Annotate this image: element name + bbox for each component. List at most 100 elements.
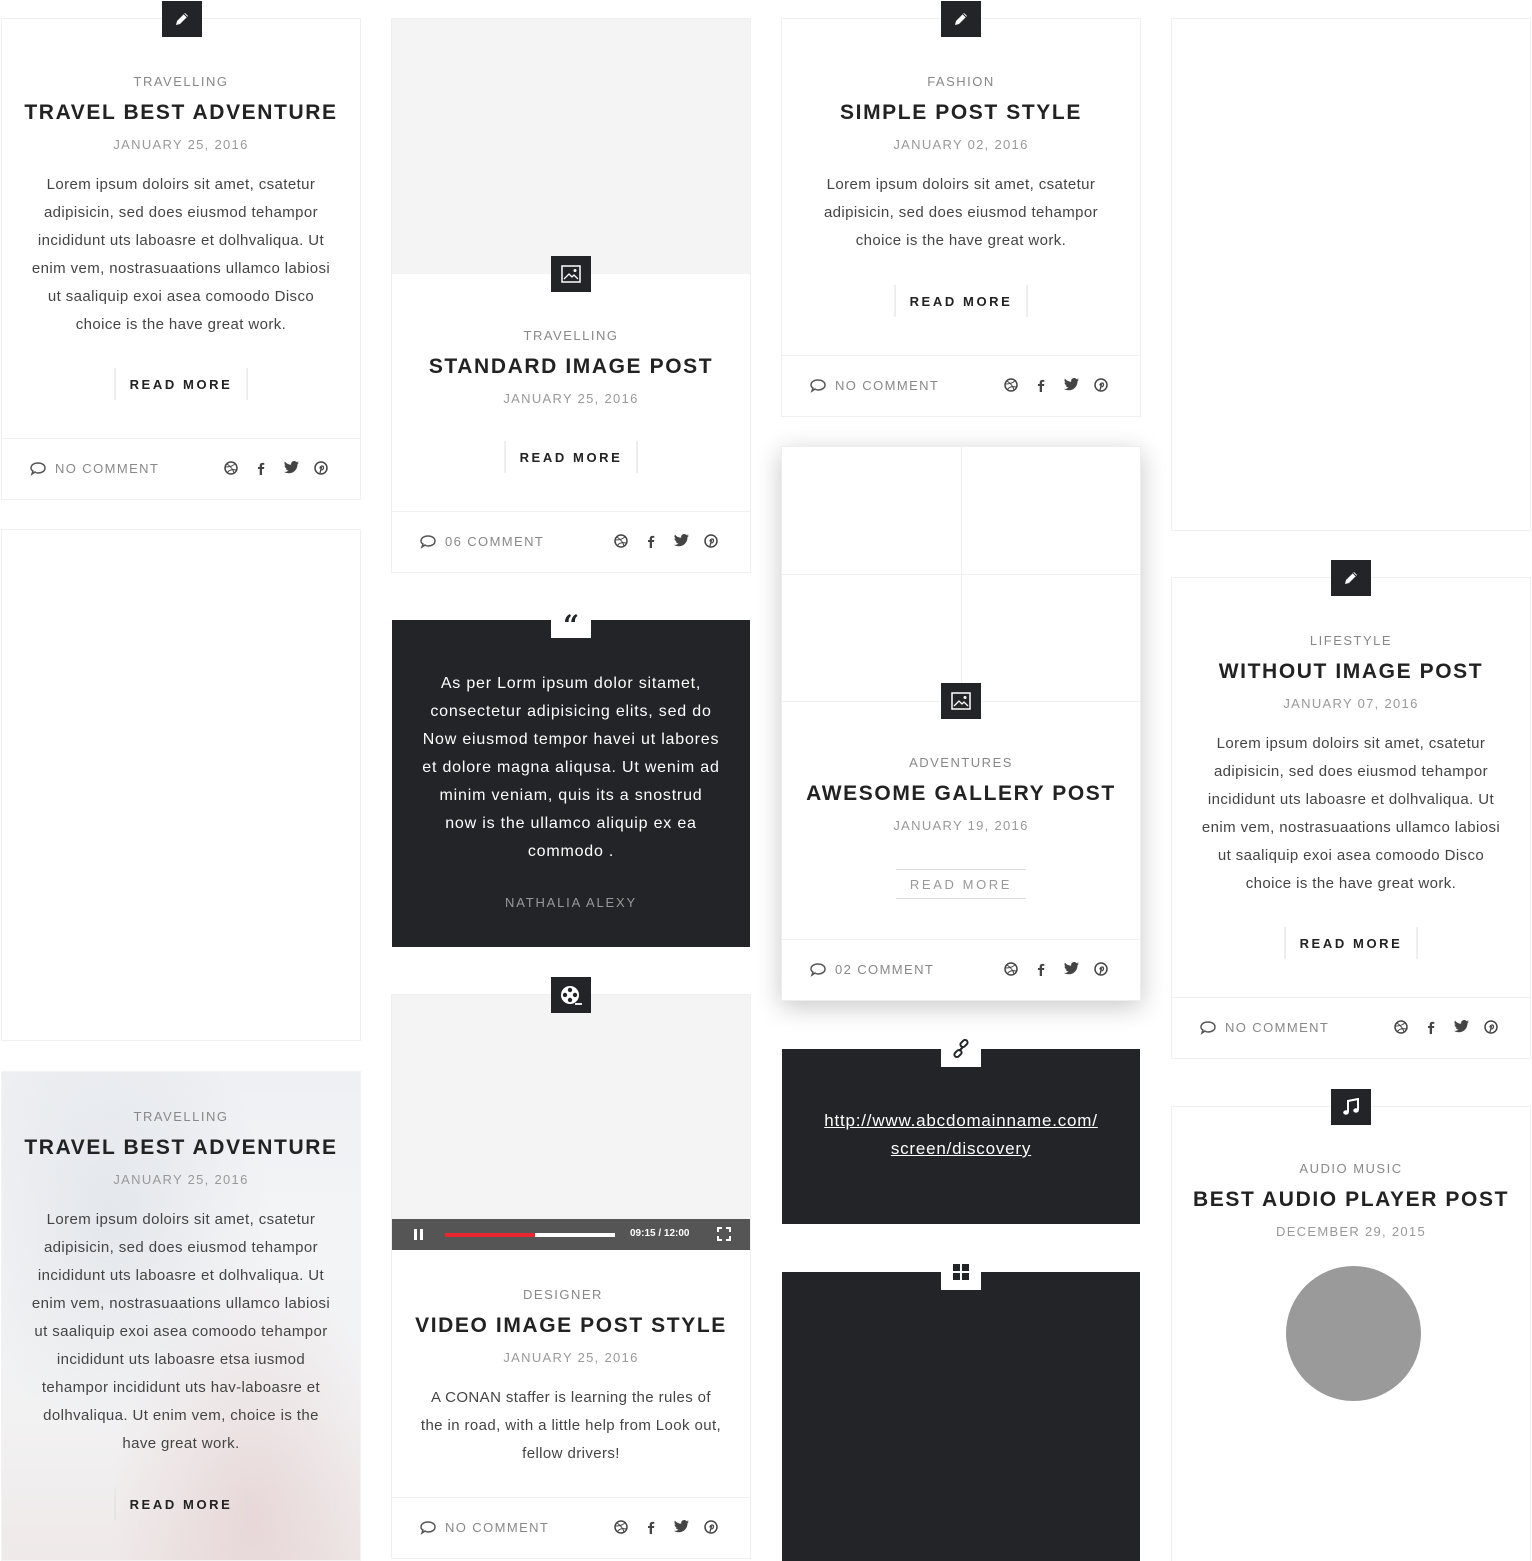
twitter-icon[interactable] <box>674 1520 690 1536</box>
link-url[interactable]: http://www.abcdomainname.com/ screen/dis… <box>810 1107 1112 1163</box>
image-icon <box>551 256 591 292</box>
gallery-grid[interactable] <box>782 447 1140 702</box>
post-category[interactable]: TRAVELLING <box>2 74 360 89</box>
post-category[interactable]: AUDIO MUSIC <box>1172 1161 1530 1176</box>
comment-count[interactable]: NO COMMENT <box>810 378 939 393</box>
twitter-icon[interactable] <box>674 534 690 550</box>
post-title[interactable]: WITHOUT IMAGE POST <box>1172 660 1530 684</box>
pencil-icon <box>1331 560 1371 596</box>
post-card-audio: AUDIO MUSIC BEST AUDIO PLAYER POST DECEM… <box>1171 1089 1531 1561</box>
comment-icon <box>30 461 46 476</box>
video-thumbnail[interactable] <box>392 995 750 1219</box>
comment-count[interactable]: 02 COMMENT <box>810 962 934 977</box>
read-more-button[interactable]: READ MORE <box>895 869 1027 899</box>
comment-icon <box>810 378 826 393</box>
read-more-button[interactable]: READ MORE <box>114 368 248 400</box>
post-image-placeholder[interactable] <box>392 19 750 274</box>
facebook-icon[interactable] <box>254 461 270 477</box>
post-card-blank <box>1 529 361 1041</box>
dribbble-icon[interactable] <box>614 534 630 550</box>
twitter-icon[interactable] <box>1064 962 1080 978</box>
twitter-icon[interactable] <box>1454 1020 1470 1036</box>
post-category[interactable]: ADVENTURES <box>782 755 1140 770</box>
post-title[interactable]: AWESOME GALLERY POST <box>782 782 1140 806</box>
post-date: JANUARY 25, 2016 <box>113 1172 249 1187</box>
post-date: JANUARY 25, 2016 <box>113 137 249 152</box>
post-date: JANUARY 25, 2016 <box>503 391 639 406</box>
video-progress-track[interactable] <box>445 1233 615 1237</box>
post-footer: 06 COMMENT <box>392 511 750 572</box>
read-more-button[interactable]: READ MORE <box>1284 927 1418 959</box>
post-title[interactable]: VIDEO IMAGE POST STYLE <box>392 1314 750 1338</box>
comment-count[interactable]: 06 COMMENT <box>420 534 544 549</box>
facebook-icon[interactable] <box>644 1520 660 1536</box>
pinterest-icon[interactable] <box>314 461 330 477</box>
quote-author: NATHALIA ALEXY <box>505 895 637 910</box>
post-category[interactable]: TRAVELLING <box>2 1109 360 1124</box>
post-footer: NO COMMENT <box>1172 997 1530 1058</box>
post-card-simple: FASHION SIMPLE POST STYLE JANUARY 02, 20… <box>781 1 1141 417</box>
post-footer: 02 COMMENT <box>782 939 1140 1000</box>
pinterest-icon[interactable] <box>1484 1020 1500 1036</box>
post-title[interactable]: STANDARD IMAGE POST <box>392 355 750 379</box>
post-title[interactable]: BEST AUDIO PLAYER POST <box>1172 1188 1530 1212</box>
post-title[interactable]: TRAVEL BEST ADVENTURE <box>2 1136 360 1160</box>
grid-icon <box>941 1254 981 1290</box>
post-card-travel: TRAVELLING TRAVEL BEST ADVENTURE JANUARY… <box>1 1 361 500</box>
post-date: JANUARY 02, 2016 <box>893 137 1029 152</box>
post-title[interactable]: SIMPLE POST STYLE <box>782 101 1140 125</box>
dribbble-icon[interactable] <box>1004 962 1020 978</box>
facebook-icon[interactable] <box>1424 1020 1440 1036</box>
comment-count-label: NO COMMENT <box>1225 1020 1330 1035</box>
dribbble-icon[interactable] <box>1004 378 1020 394</box>
pause-icon[interactable] <box>413 1229 425 1241</box>
dribbble-icon[interactable] <box>1394 1020 1410 1036</box>
pinterest-icon[interactable] <box>1094 378 1110 394</box>
facebook-icon[interactable] <box>1034 378 1050 394</box>
post-footer: NO COMMENT <box>392 1497 750 1558</box>
read-more-button[interactable]: READ MORE <box>504 441 638 473</box>
comment-icon <box>810 962 826 977</box>
read-more-button[interactable]: READ MORE <box>894 285 1028 317</box>
dribbble-icon[interactable] <box>224 461 240 477</box>
comment-icon <box>420 1520 436 1535</box>
comment-count-label: NO COMMENT <box>445 1520 550 1535</box>
fullscreen-icon[interactable] <box>717 1227 731 1241</box>
post-excerpt: Lorem ipsum doloirs sit amet, csatetur a… <box>1201 735 1501 892</box>
post-card-grid <box>782 1254 1140 1561</box>
post-card-quote: “ As per Lorm ipsum dolor sitamet, conse… <box>392 602 750 947</box>
post-category[interactable]: TRAVELLING <box>392 328 750 343</box>
post-title[interactable]: TRAVEL BEST ADVENTURE <box>2 101 360 125</box>
music-note-icon <box>1331 1089 1371 1125</box>
post-card-standard-image: TRAVELLING STANDARD IMAGE POST JANUARY 2… <box>391 18 751 573</box>
comment-count[interactable]: NO COMMENT <box>420 1520 549 1535</box>
post-date: JANUARY 19, 2016 <box>893 818 1029 833</box>
post-category[interactable]: FASHION <box>782 74 1140 89</box>
comment-count[interactable]: NO COMMENT <box>30 461 159 476</box>
facebook-icon[interactable] <box>644 534 660 550</box>
post-category[interactable]: DESIGNER <box>376 1287 750 1302</box>
twitter-icon[interactable] <box>284 461 300 477</box>
post-category[interactable]: LIFESTYLE <box>1172 633 1530 648</box>
comment-count[interactable]: NO COMMENT <box>1200 1020 1329 1035</box>
dribbble-icon[interactable] <box>614 1520 630 1536</box>
facebook-icon[interactable] <box>1034 962 1050 978</box>
post-card-link: http://www.abcdomainname.com/ screen/dis… <box>782 1031 1140 1224</box>
social-share <box>1394 1020 1500 1036</box>
post-card-without-image: LIFESTYLE WITHOUT IMAGE POST JANUARY 07,… <box>1171 560 1531 1059</box>
pinterest-icon[interactable] <box>1094 962 1110 978</box>
post-excerpt: Lorem ipsum doloirs sit amet, csatetur a… <box>31 176 331 333</box>
twitter-icon[interactable] <box>1064 378 1080 394</box>
comment-count-label: 02 COMMENT <box>835 962 935 977</box>
post-excerpt: Lorem ipsum doloirs sit amet, csatetur a… <box>823 176 1099 249</box>
read-more-button[interactable]: READ MORE <box>114 1488 248 1520</box>
audio-player-disc[interactable] <box>1286 1266 1421 1401</box>
pinterest-icon[interactable] <box>704 1520 720 1536</box>
post-footer: NO COMMENT <box>2 438 360 499</box>
pinterest-icon[interactable] <box>704 534 720 550</box>
video-time: 09:15 / 12:00 <box>630 1228 690 1239</box>
link-icon <box>941 1031 981 1067</box>
quote-text: As per Lorm ipsum dolor sitamet, consect… <box>422 675 720 860</box>
video-player-controls: 09:15 / 12:00 <box>392 1219 750 1250</box>
quote-icon: “ <box>551 602 591 640</box>
